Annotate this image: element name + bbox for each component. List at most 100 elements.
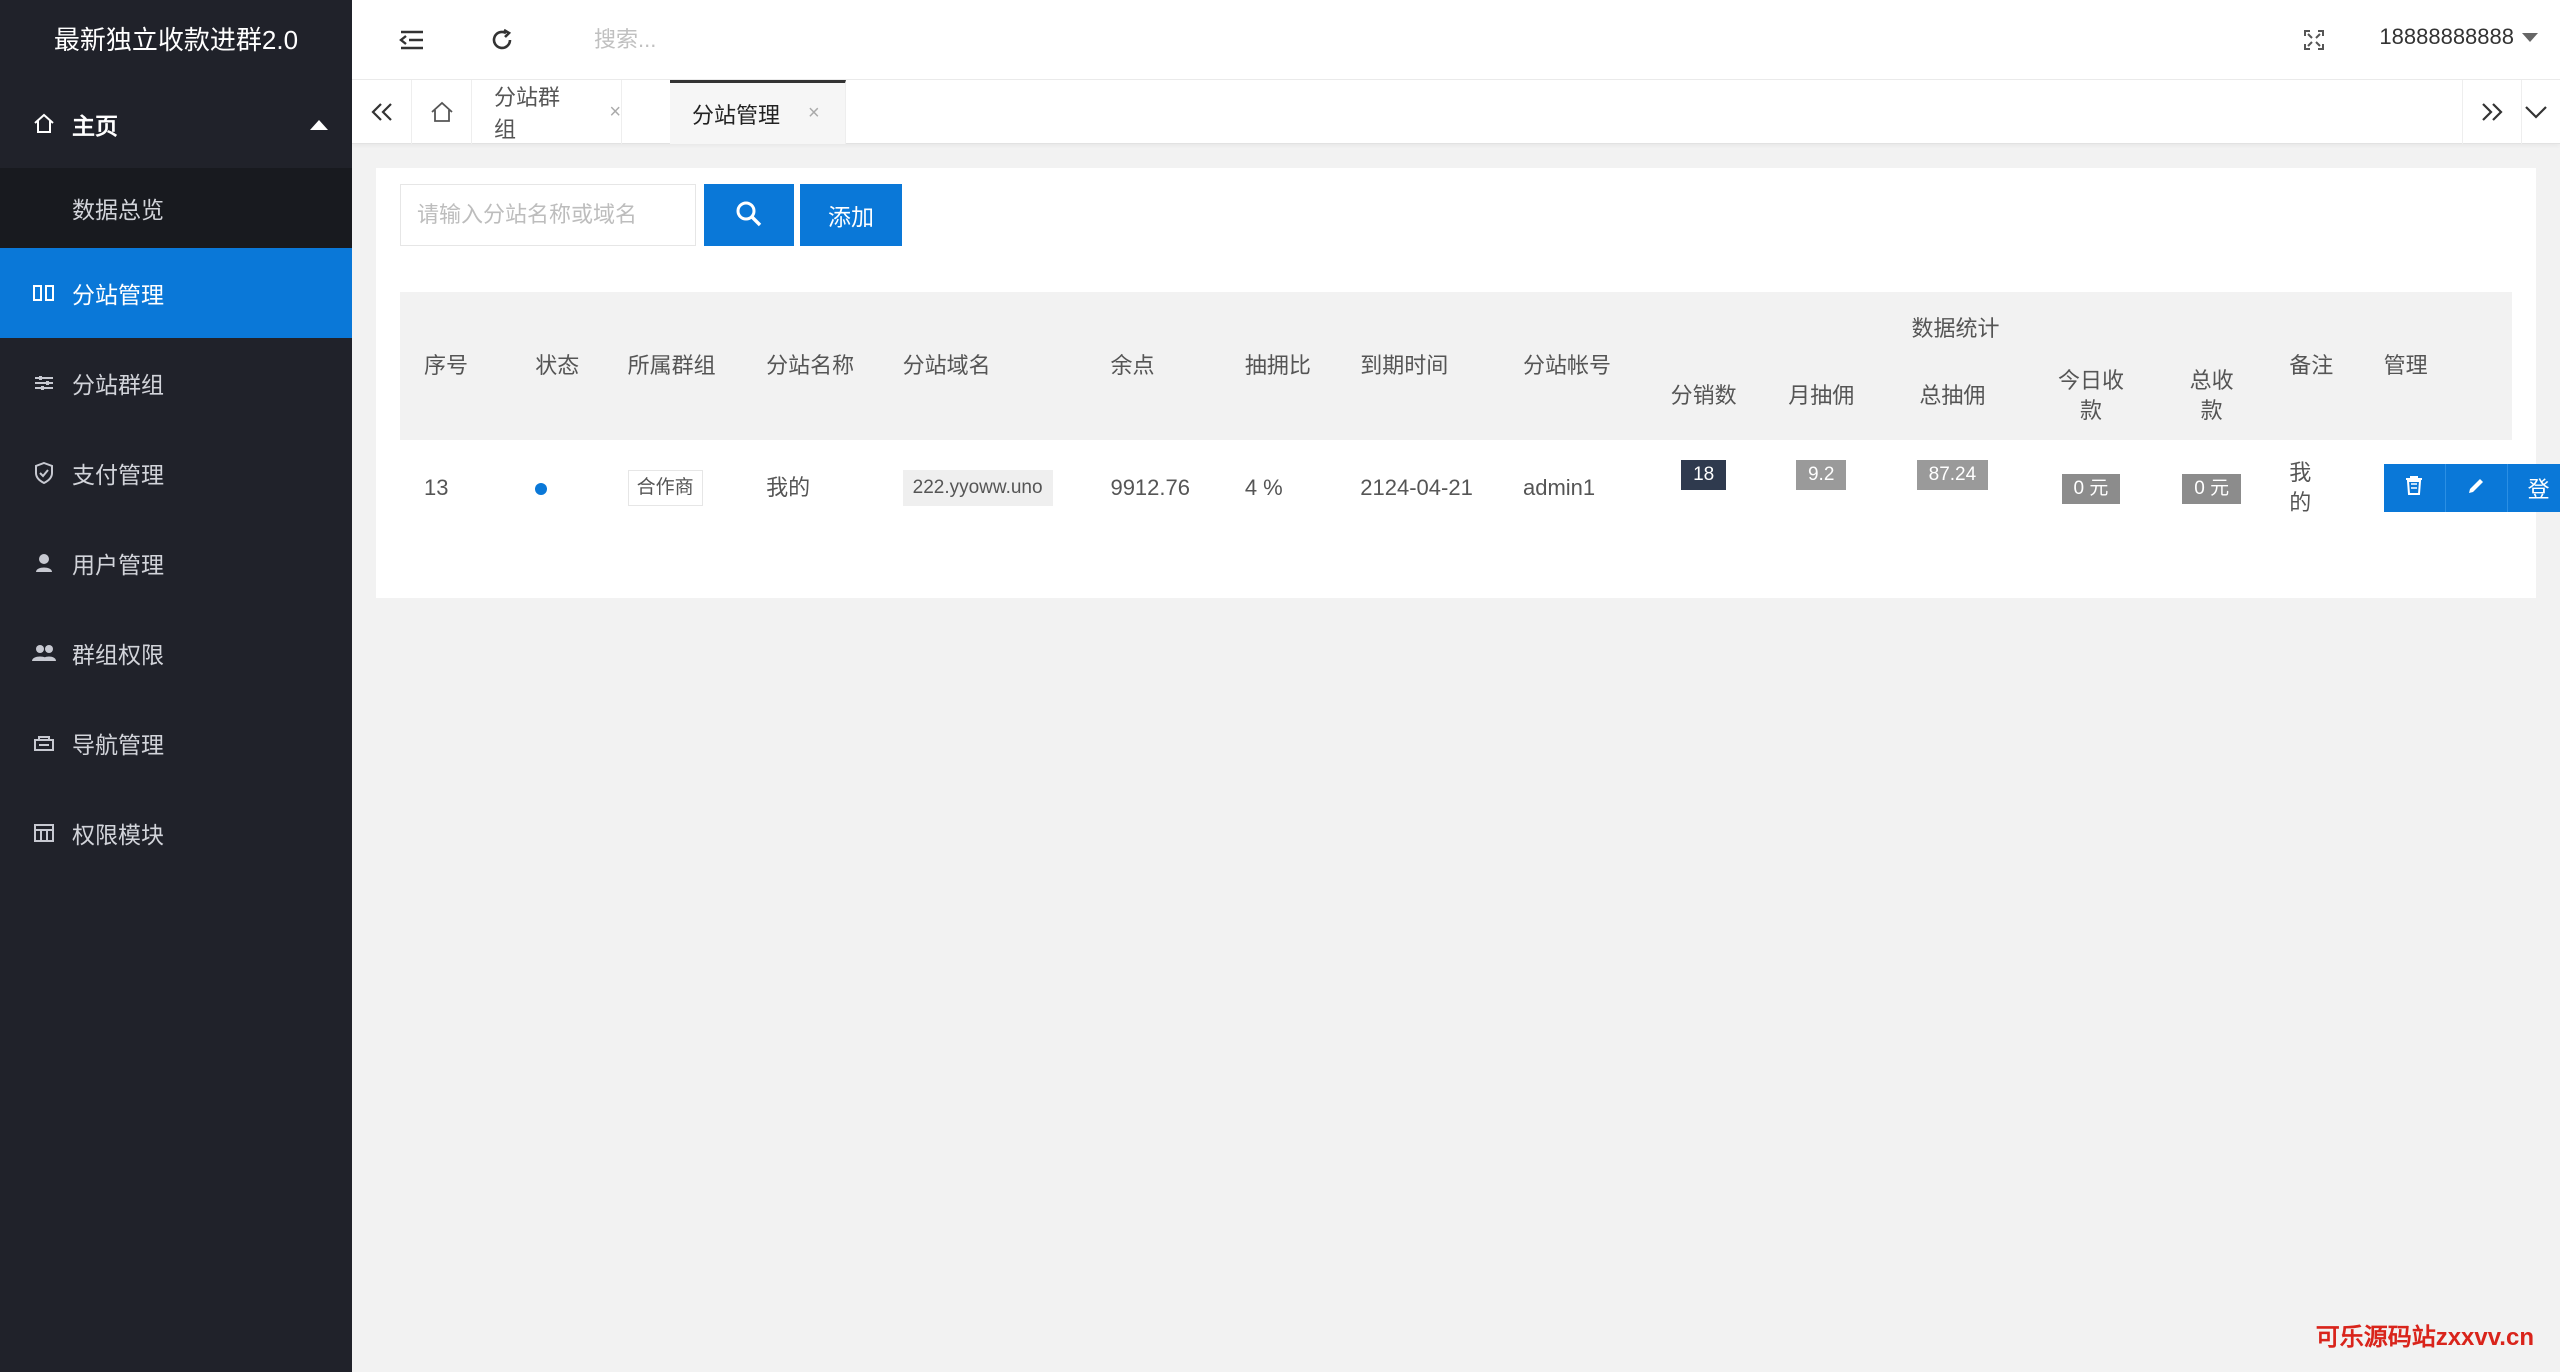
sidebar-item-label: 数据总览 — [72, 197, 164, 223]
content-card: 添加 序号 状态 所属群组 分站名称 分站域名 余点 抽拥比 到期时间 分站帐号… — [376, 168, 2560, 598]
tab-close-icon[interactable]: × — [609, 101, 621, 124]
search-button[interactable] — [704, 184, 794, 246]
cell-expire: 2124-04-21 — [1360, 475, 1473, 500]
columns-icon — [32, 281, 56, 305]
status-dot — [535, 483, 548, 495]
user-icon — [32, 551, 56, 575]
table-row: 13 合作商 我的 222.yyoww.uno 9912.76 4 % 2124… — [400, 440, 2560, 536]
sidebar-item-label: 主页 — [72, 113, 118, 139]
app-title: 最新独立收款进群2.0 — [0, 0, 352, 80]
tab-home-icon[interactable] — [412, 80, 472, 144]
cell-monthly-commission: 9.2 — [1761, 440, 1881, 536]
header-data-statistics: 数据统计 — [1911, 316, 2000, 341]
distributors-badge: 18 — [1681, 460, 1727, 490]
header-today-income: 今日收款 — [2057, 368, 2124, 423]
shield-check-icon — [32, 461, 56, 485]
header-status: 状态 — [535, 353, 580, 378]
domain-tag: 222.yyoww.uno — [902, 470, 1053, 506]
sidebar-item-label: 用户管理 — [72, 552, 164, 578]
sidebar-item-overview[interactable]: 数据总览 — [0, 168, 352, 248]
sidebar-item-navigation[interactable]: 导航管理 — [0, 698, 352, 788]
cell-today-income: 0 元 — [2024, 440, 2158, 536]
header-account: 分站帐号 — [1522, 353, 1611, 378]
sidebar: 最新独立收款进群2.0 主页 数据总览 分站管理 分站群组 支付管理 用户管理 … — [0, 0, 352, 1372]
group-tag: 合作商 — [627, 470, 703, 506]
nav-icon — [32, 731, 56, 755]
header-search-input[interactable] — [594, 22, 894, 58]
tab-close-icon[interactable]: × — [808, 102, 820, 125]
search-icon — [735, 200, 763, 231]
user-name: 18888888888 — [2379, 24, 2514, 49]
top-header: 18888888888 — [352, 0, 2560, 80]
delete-button[interactable] — [2383, 464, 2446, 512]
total-commission-badge: 87.24 — [1916, 460, 1989, 490]
cell-domain: 222.yyoww.uno — [879, 440, 1087, 536]
dropdown-caret-icon — [2522, 32, 2538, 42]
header-ratio: 抽拥比 — [1244, 353, 1311, 378]
header-total-commission: 总抽佣 — [1919, 383, 1986, 408]
module-icon — [32, 821, 56, 845]
trash-icon — [2405, 475, 2423, 501]
collapse-menu-icon[interactable] — [392, 20, 432, 60]
cell-status — [511, 440, 603, 536]
sidebar-item-home[interactable]: 主页 — [0, 80, 352, 168]
cell-distributors: 18 — [1646, 440, 1761, 536]
sidebar-item-label: 群组权限 — [72, 642, 164, 668]
cell-group: 合作商 — [604, 440, 743, 536]
header-manage: 管理 — [2383, 353, 2428, 378]
table-header-row: 序号 状态 所属群组 分站名称 分站域名 余点 抽拥比 到期时间 分站帐号 数据… — [400, 292, 2512, 378]
tab-label: 分站群组 — [494, 85, 561, 142]
cell-balance: 9912.76 — [1110, 475, 1190, 500]
login-button[interactable]: 登 — [2507, 464, 2560, 512]
cell-index: 13 — [424, 475, 449, 500]
header-monthly-commission: 月抽佣 — [1788, 383, 1855, 408]
sidebar-item-label: 分站管理 — [72, 282, 164, 308]
header-domain: 分站域名 — [902, 353, 991, 378]
sidebar-item-label: 分站群组 — [72, 372, 164, 398]
sidebar-item-users[interactable]: 用户管理 — [0, 518, 352, 608]
sidebar-item-label: 支付管理 — [72, 462, 164, 488]
user-menu[interactable]: 18888888888 — [2379, 24, 2538, 50]
header-expire: 到期时间 — [1360, 353, 1449, 378]
sidebar-item-modules[interactable]: 权限模块 — [0, 788, 352, 878]
sidebar-item-label: 权限模块 — [72, 822, 164, 848]
sidebar-item-label: 导航管理 — [72, 732, 164, 758]
header-name: 分站名称 — [766, 353, 855, 378]
header-distributors: 分销数 — [1670, 383, 1737, 408]
users-icon — [32, 641, 56, 665]
today-income-badge: 0 元 — [2061, 474, 2121, 504]
cell-name: 我的 — [766, 475, 811, 500]
sidebar-item-branch-management[interactable]: 分站管理 — [0, 248, 352, 338]
tabs-scroll-left-icon[interactable] — [352, 80, 412, 144]
caret-up-icon — [310, 120, 328, 130]
cell-ratio: 4 % — [1244, 475, 1283, 500]
header-remark: 备注 — [2289, 353, 2334, 378]
tab-label: 分站管理 — [692, 102, 781, 128]
header-index: 序号 — [424, 353, 469, 378]
header-total-income: 总收款 — [2189, 368, 2234, 423]
sidebar-item-branch-groups[interactable]: 分站群组 — [0, 338, 352, 428]
monthly-commission-badge: 9.2 — [1795, 460, 1847, 490]
sliders-icon — [32, 371, 56, 395]
branch-table: 序号 状态 所属群组 分站名称 分站域名 余点 抽拥比 到期时间 分站帐号 数据… — [400, 292, 2560, 536]
sidebar-item-payment[interactable]: 支付管理 — [0, 428, 352, 518]
tab-branch-management[interactable]: 分站管理 × — [670, 80, 846, 144]
cell-remark: 我的 — [2289, 460, 2312, 515]
fullscreen-icon[interactable] — [2294, 20, 2334, 60]
sidebar-item-group-permissions[interactable]: 群组权限 — [0, 608, 352, 698]
tab-bar: 分站群组 × 分站管理 × — [352, 80, 2560, 144]
edit-button[interactable] — [2445, 464, 2508, 512]
branch-search-input[interactable] — [400, 184, 696, 246]
pencil-icon — [2467, 475, 2485, 501]
tabs-menu-chevron-down-icon[interactable] — [2512, 80, 2560, 144]
refresh-icon[interactable] — [482, 20, 522, 60]
watermark: 可乐源码站zxxvv.cn — [2315, 1324, 2534, 1351]
cell-manage: 登 — [2360, 440, 2560, 536]
row-actions: 登 — [2383, 464, 2560, 512]
home-icon — [32, 112, 56, 136]
cell-total-income: 0 元 — [2158, 440, 2265, 536]
tab-branch-groups[interactable]: 分站群组 × — [472, 80, 622, 144]
sidebar-submenu: 数据总览 — [0, 168, 352, 248]
add-button[interactable]: 添加 — [800, 184, 902, 246]
cell-account: admin1 — [1522, 475, 1596, 500]
